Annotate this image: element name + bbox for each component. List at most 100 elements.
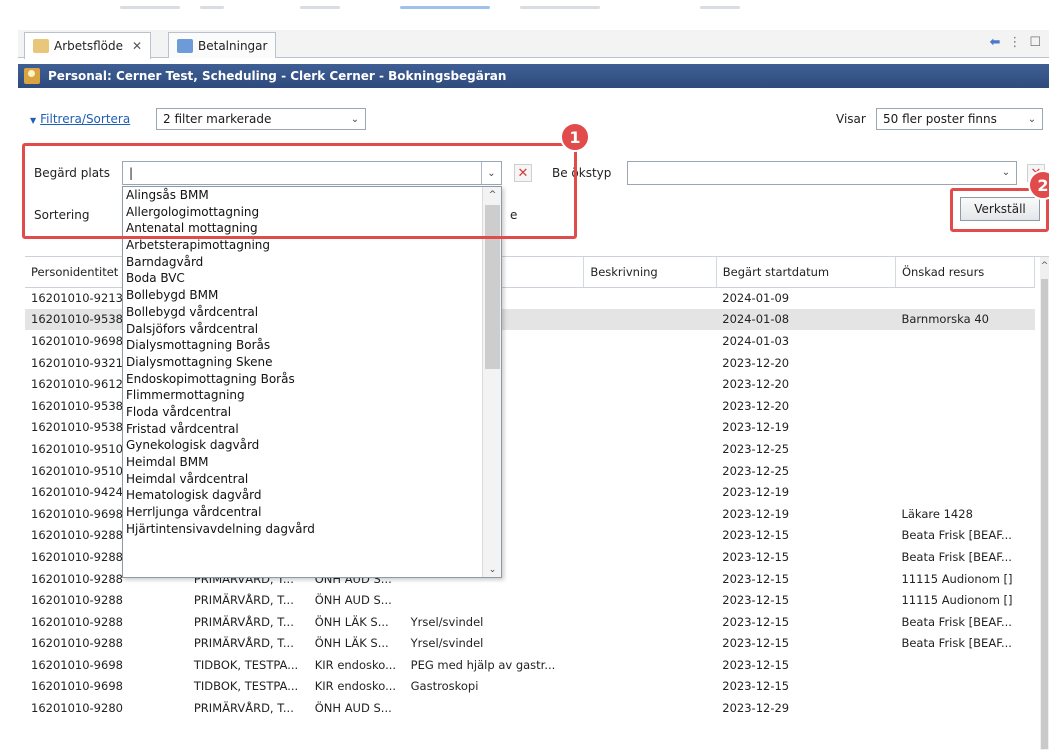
dropdown-option[interactable]: Hematologisk dagvård [126, 487, 501, 504]
table-cell: Barnmorska 40 [895, 308, 1035, 331]
table-cell: PRIMÄRVÅRD, T... [193, 636, 294, 651]
toolbar-ghost [200, 6, 224, 9]
table-cell: 2023-12-20 [722, 377, 790, 392]
dropdown-scrollbar[interactable]: ^ ⌄ [482, 187, 501, 577]
table-cell [895, 330, 1034, 352]
calendar-icon [177, 38, 193, 53]
dropdown-option[interactable]: Dialysmottagning Borås [126, 337, 501, 354]
table-cell: 16201010-9288 [31, 636, 123, 651]
table-cell [584, 417, 716, 439]
scroll-down-icon[interactable]: ⌄ [483, 565, 501, 575]
dropdown-option[interactable]: Endoskopimottagning Borås [126, 371, 501, 388]
table-cell: 2023-12-20 [722, 398, 790, 413]
dropdown-option[interactable]: Flimmermottagning [126, 387, 501, 404]
scrollbar-thumb[interactable] [485, 205, 500, 369]
dropdown-option[interactable]: Barndagvård [126, 254, 501, 271]
table-row[interactable]: 16201010-9698 TIDBOK, TESTPA... KIR endosk… [25, 654, 1035, 676]
visar-select-value: 50 fler poster finns [883, 112, 997, 126]
view-controls: ⬅ ⋮ ☐ [989, 35, 1041, 50]
table-cell: 2023-12-19 [722, 506, 790, 521]
tab-label: Arbetsflöde [54, 39, 123, 53]
dropdown-option[interactable]: Bollebygd BMM [126, 287, 501, 304]
table-row[interactable]: 16201010-9280 PRIMÄRVÅRD, T... ÖNH AUD S..… [25, 697, 1035, 719]
scroll-up-icon[interactable]: ^ [1040, 261, 1049, 271]
table-cell [583, 308, 717, 331]
table-cell [584, 676, 716, 698]
visar-select[interactable]: 50 fler poster finns ⌄ [876, 108, 1043, 130]
annotation-badge-2: 2 [1028, 170, 1049, 200]
table-cell: Beata Frisk [BEAF... [901, 549, 1012, 564]
tab-arbetsflode[interactable]: Arbetsflöde ✕ [24, 32, 152, 59]
table-scrollbar[interactable]: ^ [1040, 257, 1049, 750]
table-cell: Beata Frisk [BEAF... [901, 614, 1012, 629]
dropdown-option[interactable]: Boda BVC [126, 270, 501, 287]
table-cell: 2023-12-19 [722, 485, 790, 500]
table-cell: 2023-12-15 [722, 657, 790, 672]
dropdown-option[interactable]: Fristad vårdcentral [126, 421, 501, 438]
table-cell: KIR endosko... [314, 657, 397, 672]
column-header[interactable]: Önskad resurs [895, 257, 1036, 288]
dropdown-option[interactable]: Bollebygd vårdcentral [126, 304, 501, 321]
filter-select-value: 2 filter markerade [163, 112, 272, 126]
dropdown-option[interactable]: Antenatal mottagning [126, 220, 501, 237]
back-arrow-icon[interactable]: ⬅ [989, 35, 1000, 50]
dropdown-option[interactable]: Dalsjöfors vårdcentral [126, 321, 501, 338]
table-cell: 2024-01-03 [722, 333, 790, 348]
table-cell [584, 395, 716, 417]
more-icon[interactable]: ⋮ [1008, 35, 1021, 50]
workflow-icon [33, 39, 49, 53]
begard-plats-input[interactable]: | ⌄ [122, 161, 502, 185]
table-cell: Beata Frisk [BEAF... [901, 528, 1012, 543]
clear-begard-plats-button[interactable]: ✕ [514, 164, 532, 182]
dropdown-option[interactable]: Hjärtintensivavdelning dagvård [126, 521, 501, 538]
table-cell [584, 654, 716, 676]
table-cell: ÖNH LÄK S... [314, 614, 389, 629]
verkstall-button[interactable]: Verkställ [960, 197, 1040, 221]
table-cell [584, 589, 716, 611]
dropdown-option[interactable]: Floda vårdcentral [126, 404, 501, 421]
table-cell [895, 676, 1034, 698]
column-header[interactable]: Begärt startdatum [716, 257, 896, 288]
besokstyp-label: Be ökstyp [552, 166, 612, 180]
dropdown-option[interactable]: Heimdal BMM [126, 454, 501, 471]
table-row[interactable]: 16201010-9288 PRIMÄRVÅRD, T... ÖNH AUD S..… [25, 589, 1035, 611]
dropdown-option[interactable]: Herrljunga vårdcentral [126, 504, 501, 521]
dropdown-option[interactable]: Gynekologisk dagvård [126, 437, 501, 454]
table-cell: 11115 Audionom [] [901, 593, 1013, 608]
dropdown-option[interactable]: Arbetsterapimottagning [126, 237, 501, 254]
table-row[interactable]: 16201010-9288 PRIMÄRVÅRD, T... ÖNH LÄK S..… [25, 611, 1035, 633]
table-row[interactable]: 16201010-9288 PRIMÄRVÅRD, T... ÖNH LÄK S..… [25, 633, 1035, 655]
toolbar-ghost [120, 6, 180, 9]
table-cell [584, 697, 716, 719]
dropdown-option[interactable]: Alingsås BMM [126, 187, 501, 204]
filter-select[interactable]: 2 filter markerade ⌄ [156, 108, 366, 130]
filter-row: Filtrera/Sortera 2 filter markerade ⌄ Vi… [18, 104, 1049, 134]
toolbar-ghost [520, 6, 600, 9]
table-cell: PEG med hjälp av gastr... [410, 657, 556, 672]
table-cell [584, 438, 716, 460]
chevron-down-icon[interactable]: ⌄ [481, 162, 501, 184]
maximize-icon[interactable]: ☐ [1029, 35, 1041, 50]
dropdown-option[interactable]: Heimdal vårdcentral [126, 471, 501, 488]
table-row[interactable]: 16201010-9698 TIDBOK, TESTPA... KIR endosk… [25, 676, 1035, 698]
close-icon[interactable]: ✕ [132, 39, 142, 53]
table-cell [895, 417, 1034, 439]
table-cell [584, 460, 716, 482]
table-cell: 16201010-9288 [31, 614, 123, 629]
table-cell [584, 481, 716, 503]
scrollbar-thumb[interactable] [1041, 279, 1048, 749]
sortering-fragment: e [510, 208, 518, 222]
tab-betalningar[interactable]: Betalningar [168, 32, 277, 58]
table-cell: Läkare 1428 [901, 506, 973, 521]
dropdown-option[interactable]: Dialysmottagning Skene [126, 354, 501, 371]
scroll-up-icon[interactable]: ^ [483, 190, 501, 200]
dropdown-option[interactable]: Allergologimottagning [126, 204, 501, 221]
filter-sort-link[interactable]: Filtrera/Sortera [30, 112, 130, 126]
toolbar-ghost [700, 6, 740, 9]
table-cell: Yrsel/svindel [410, 614, 484, 629]
table-cell [405, 589, 584, 611]
besokstyp-input[interactable]: ⌄ [627, 161, 1017, 185]
column-header[interactable]: Beskrivning [583, 257, 717, 288]
table-cell: 16201010-9698 [31, 679, 123, 694]
toolbar-ghost [300, 6, 340, 9]
